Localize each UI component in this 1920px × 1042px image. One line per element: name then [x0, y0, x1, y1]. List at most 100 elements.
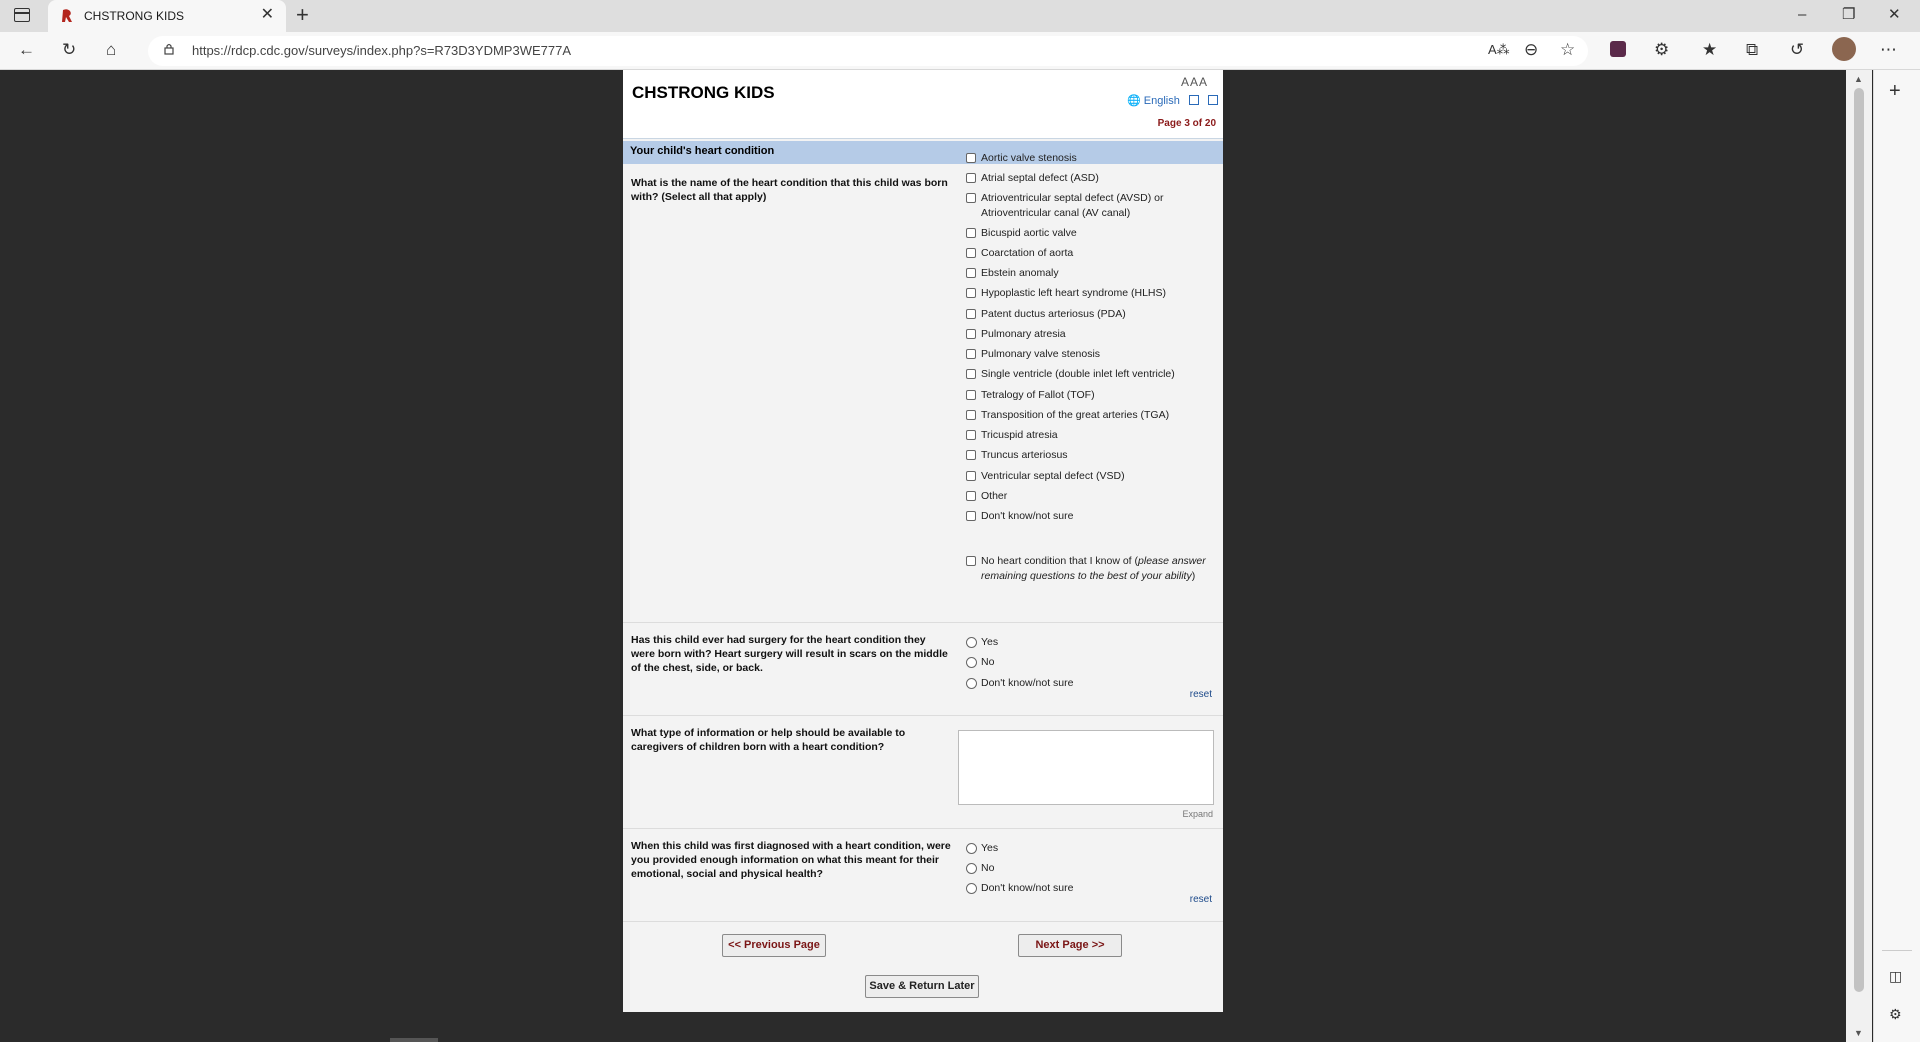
side-separator — [1882, 950, 1912, 951]
survey-header: CHSTRONG KIDS AAA 🌐 English Page 3 of 20 — [623, 70, 1223, 139]
window-close-icon[interactable]: ✕ — [1888, 6, 1901, 24]
option-label: Single ventricle (double inlet left vent… — [981, 368, 1175, 380]
checkbox-option[interactable]: Aortic valve stenosis — [966, 151, 1206, 166]
radio-option-no[interactable]: No — [966, 655, 1206, 670]
radio-button[interactable] — [966, 637, 977, 648]
checkbox-option[interactable]: Single ventricle (double inlet left vent… — [966, 367, 1206, 382]
checkbox-option[interactable]: Pulmonary atresia — [966, 327, 1206, 342]
checkbox[interactable] — [966, 268, 976, 278]
radio-option-dont-know[interactable]: Don't know/not sure — [966, 676, 1206, 691]
favorites-icon[interactable]: ★ — [1702, 40, 1717, 60]
checkbox[interactable] — [966, 228, 976, 238]
checkbox[interactable] — [966, 329, 976, 339]
read-aloud-icon[interactable]: A⁂ — [1488, 40, 1510, 60]
tab-actions-icon[interactable] — [14, 8, 30, 22]
scroll-down-icon[interactable]: ▼ — [1854, 1028, 1863, 1038]
page-scrollbar[interactable]: ▲ ▼ — [1846, 70, 1872, 1042]
option-label: Tetralogy of Fallot (TOF) — [981, 389, 1095, 401]
checkbox-option[interactable]: Pulmonary valve stenosis — [966, 347, 1206, 362]
scroll-thumb[interactable] — [1854, 88, 1864, 992]
checkbox-option[interactable]: Ebstein anomaly — [966, 266, 1206, 281]
checkbox[interactable] — [966, 410, 976, 420]
expand-link[interactable]: Expand — [1182, 809, 1213, 819]
tab-close-icon[interactable]: ✕ — [261, 6, 274, 24]
checkbox-option[interactable]: Other — [966, 489, 1206, 504]
collections-icon[interactable]: ⧉ — [1746, 40, 1758, 60]
new-tab-icon[interactable]: + — [296, 4, 309, 26]
radio-button[interactable] — [966, 863, 977, 874]
checkbox-option[interactable]: Bicuspid aortic valve — [966, 226, 1206, 241]
home-icon[interactable]: ⌂ — [106, 40, 116, 60]
radio-button[interactable] — [966, 883, 977, 894]
add-sidebar-app-icon[interactable]: + — [1889, 80, 1901, 103]
lock-icon — [164, 43, 174, 55]
scroll-up-icon[interactable]: ▲ — [1854, 74, 1863, 84]
reset-link[interactable]: reset — [1190, 894, 1212, 905]
minimize-icon[interactable]: – — [1798, 6, 1806, 24]
checkbox-option[interactable]: Don't know/not sure — [966, 509, 1206, 524]
option-label: Hypoplastic left heart syndrome (HLHS) — [981, 287, 1166, 299]
checkbox-option[interactable]: Transposition of the great arteries (TGA… — [966, 408, 1206, 423]
url-text: https://rdcp.cdc.gov/surveys/index.php?s… — [192, 43, 571, 58]
checkbox-option[interactable]: Coarctation of aorta — [966, 246, 1206, 261]
radio-button[interactable] — [966, 657, 977, 668]
checkbox[interactable] — [966, 430, 976, 440]
extensions-icon[interactable]: ⚙ — [1654, 40, 1669, 60]
checkbox-option[interactable]: No heart condition that I know of (pleas… — [966, 554, 1206, 584]
checkbox[interactable] — [966, 153, 976, 163]
checkbox-option[interactable]: Ventricular septal defect (VSD) — [966, 469, 1206, 484]
checkbox-option[interactable]: Tricuspid atresia — [966, 428, 1206, 443]
tab-title: CHSTRONG KIDS — [84, 9, 185, 23]
checkbox[interactable] — [966, 491, 976, 501]
checkbox[interactable] — [966, 511, 976, 521]
expand-all-icon[interactable] — [1188, 95, 1199, 105]
restore-icon[interactable]: ❐ — [1842, 6, 1855, 24]
information-help-textarea[interactable] — [958, 730, 1214, 805]
refresh-icon[interactable]: ↻ — [62, 40, 76, 60]
previous-page-button[interactable]: << Previous Page — [722, 934, 826, 957]
checkbox-option[interactable]: Atrioventricular septal defect (AVSD) or… — [966, 191, 1206, 221]
radio-button[interactable] — [966, 678, 977, 689]
back-icon[interactable]: ← — [18, 40, 35, 60]
checkbox[interactable] — [966, 450, 976, 460]
zoom-out-icon[interactable]: ⊖ — [1524, 40, 1538, 60]
checkbox[interactable] — [966, 248, 976, 258]
reset-link[interactable]: reset — [1190, 689, 1212, 700]
option-label: Tricuspid atresia — [981, 429, 1058, 441]
next-page-button[interactable]: Next Page >> — [1018, 934, 1122, 957]
language-selector[interactable]: 🌐 English — [1127, 94, 1218, 107]
checkbox[interactable] — [966, 193, 976, 203]
checkbox[interactable] — [966, 309, 976, 319]
settings-gear-icon[interactable]: ⚙ — [1889, 1006, 1902, 1023]
font-size-control[interactable]: AAA — [1181, 75, 1208, 89]
radio-option-yes[interactable]: Yes — [966, 841, 1206, 856]
address-bar[interactable]: https://rdcp.cdc.gov/surveys/index.php?s… — [148, 36, 1588, 66]
checkbox-option[interactable]: Truncus arteriosus — [966, 448, 1206, 463]
question-text: What is the name of the heart condition … — [631, 177, 948, 203]
add-favorite-icon[interactable]: ☆ — [1560, 40, 1575, 60]
more-icon[interactable]: ⋯ — [1880, 40, 1897, 60]
checkbox-option[interactable]: Atrial septal defect (ASD) — [966, 171, 1206, 186]
checkbox[interactable] — [966, 173, 976, 183]
checkbox-option[interactable]: Patent ductus arteriosus (PDA) — [966, 307, 1206, 322]
question-text: When this child was first diagnosed with… — [631, 840, 951, 880]
history-icon[interactable]: ↺ — [1790, 40, 1804, 60]
save-return-later-button[interactable]: Save & Return Later — [865, 975, 979, 998]
collapse-all-icon[interactable] — [1207, 95, 1218, 105]
split-screen-icon[interactable]: ◫ — [1889, 968, 1902, 985]
checkbox[interactable] — [966, 369, 976, 379]
checkbox[interactable] — [966, 471, 976, 481]
radio-button[interactable] — [966, 843, 977, 854]
radio-option-dont-know[interactable]: Don't know/not sure — [966, 881, 1206, 896]
checkbox[interactable] — [966, 288, 976, 298]
browser-tab[interactable]: CHSTRONG KIDS ✕ — [48, 0, 286, 32]
checkbox-option[interactable]: Hypoplastic left heart syndrome (HLHS) — [966, 286, 1206, 301]
radio-option-no[interactable]: No — [966, 861, 1206, 876]
checkbox[interactable] — [966, 556, 976, 566]
extension-app-icon[interactable] — [1610, 41, 1626, 57]
profile-avatar[interactable] — [1832, 37, 1856, 61]
checkbox-option[interactable]: Tetralogy of Fallot (TOF) — [966, 388, 1206, 403]
checkbox[interactable] — [966, 390, 976, 400]
checkbox[interactable] — [966, 349, 976, 359]
radio-option-yes[interactable]: Yes — [966, 635, 1206, 650]
